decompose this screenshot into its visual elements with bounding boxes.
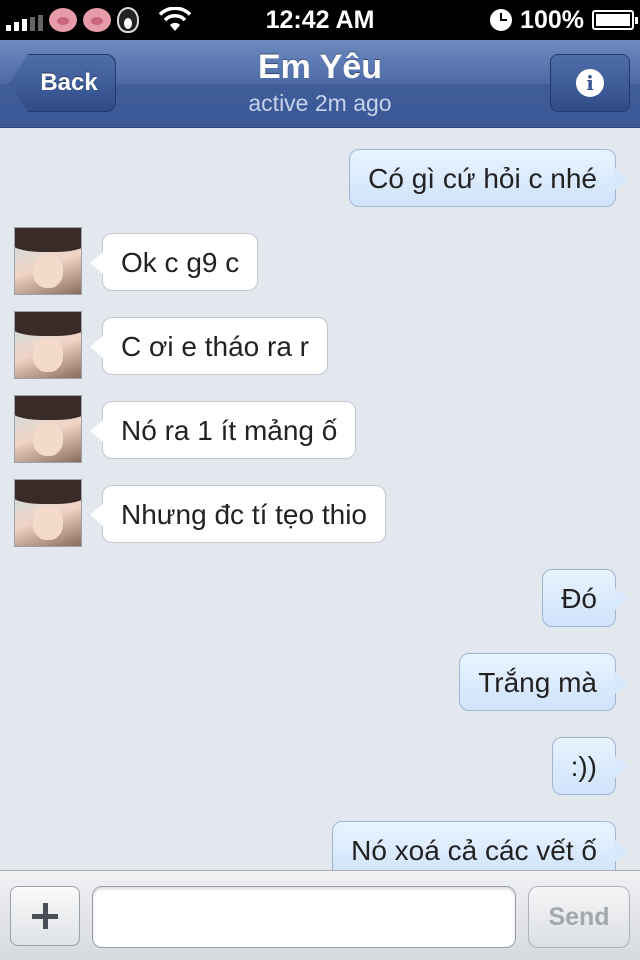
nav-bar: Back Em Yêu active 2m ago i: [0, 40, 640, 128]
message-incoming: Ok c g9 c: [14, 227, 259, 295]
message-bubble: Nó xoá cả các vết ố: [332, 821, 628, 870]
message-bubble: Đó: [542, 569, 628, 627]
message-bubble: Nó ra 1 ít mảng ố: [89, 401, 357, 459]
message-bubble: :)): [551, 737, 629, 795]
back-button[interactable]: Back: [10, 54, 116, 112]
penguin-icon: [117, 7, 139, 33]
message-bubble: Có gì cứ hỏi c nhé: [349, 149, 628, 207]
status-left: [0, 7, 191, 33]
battery-icon: [592, 10, 638, 30]
signal-icon: [6, 9, 43, 31]
clock-icon: [490, 9, 513, 31]
avatar[interactable]: [14, 479, 82, 547]
message-input[interactable]: [92, 886, 516, 948]
message-bubble: C ơi e tháo ra r: [90, 317, 328, 375]
message-outgoing: Đó: [542, 569, 630, 629]
message-bubble: Trắng mà: [459, 653, 628, 711]
message-bubble: Nhưng đc tí tẹo thio: [90, 485, 386, 543]
pig-icon: [49, 8, 77, 32]
message-bubble: Ok c g9 c: [89, 233, 259, 291]
info-button[interactable]: i: [550, 54, 630, 112]
status-bar: 12:42 AM 100%: [0, 0, 640, 40]
plus-icon: [32, 903, 58, 929]
wifi-icon: [159, 7, 191, 33]
message-outgoing: Trắng mà: [459, 653, 630, 713]
battery-percent: 100%: [520, 5, 584, 34]
message-incoming: Nhưng đc tí tẹo thio: [14, 479, 386, 547]
message-incoming: C ơi e tháo ra r: [14, 311, 328, 379]
send-button[interactable]: Send: [528, 886, 630, 948]
message-outgoing: :)): [551, 737, 630, 797]
message-outgoing: Có gì cứ hỏi c nhé: [349, 149, 630, 209]
message-incoming: Nó ra 1 ít mảng ố: [14, 395, 357, 463]
add-attachment-button[interactable]: [10, 886, 80, 946]
message-list[interactable]: Có gì cứ hỏi c nhé Ok c g9 c C ơi e tháo…: [0, 129, 640, 870]
message-outgoing: Nó xoá cả các vết ố: [332, 821, 630, 870]
active-status: active 2m ago: [248, 90, 392, 116]
avatar[interactable]: [14, 227, 82, 295]
status-right: 100%: [490, 0, 638, 40]
conversation-title: Em Yêu: [257, 48, 383, 86]
composer-bar: Send: [0, 870, 640, 960]
info-icon: i: [576, 69, 604, 97]
avatar[interactable]: [14, 395, 82, 463]
pig-icon: [83, 8, 111, 32]
avatar[interactable]: [14, 311, 82, 379]
